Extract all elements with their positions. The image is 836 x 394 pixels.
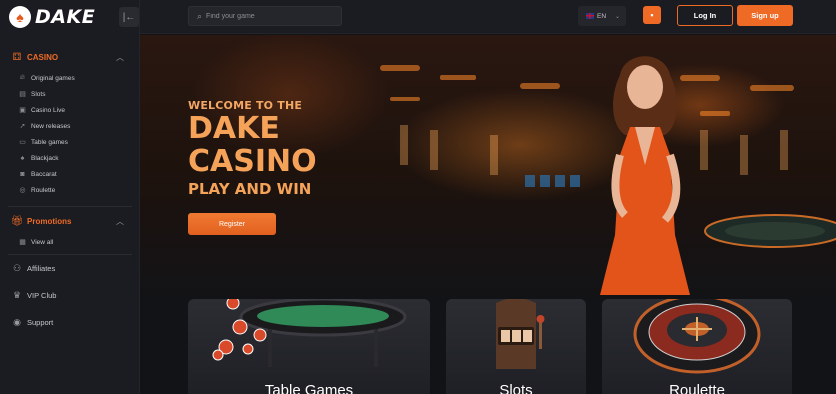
roulette-table-illustration (704, 214, 836, 248)
sidebar-item-label: Affiliates (27, 263, 56, 273)
roulette-icon: ◎ (19, 187, 26, 194)
poker-table-icon (212, 299, 407, 367)
sidebar-item-blackjack[interactable]: ♠ Blackjack (0, 150, 140, 166)
sidebar-item-affiliates[interactable]: ⚇ Affiliates (0, 259, 140, 277)
sidebar-item-baccarat[interactable]: ◙ Baccarat (0, 166, 140, 182)
chip-icon: ◙ (20, 170, 25, 178)
hero-subtitle: PLAY AND WIN (188, 180, 312, 198)
search-box[interactable]: ⌕ (188, 6, 342, 26)
slots-icon: ▤ (19, 91, 26, 98)
sidebar-item-casino-live[interactable]: ▣ Casino Live (0, 102, 140, 118)
sidebar-item-view-all[interactable]: ▦ View all (0, 234, 140, 250)
sidebar-item-label: Casino Live (31, 106, 65, 114)
chat-button[interactable]: ▪︎ (643, 6, 661, 24)
support-icon: ◉ (13, 316, 21, 327)
hero-banner: WELCOME TO THE DAKE CASINO PLAY AND WIN … (140, 35, 836, 394)
rocket-icon: ➚ (19, 123, 26, 130)
category-title: Roulette (669, 382, 725, 394)
spade-icon: ♠ (20, 154, 25, 162)
spade-icon: ♠ (9, 6, 31, 28)
sidebar-item-label: View all (31, 238, 54, 246)
collapse-sidebar-button[interactable]: |← (119, 7, 139, 27)
sidebar-item-label: Blackjack (31, 154, 59, 162)
cards-icon: ▭ (19, 139, 26, 146)
collapse-arrow-icon: |← (122, 11, 136, 23)
top-bar: ⌕ EN ⌄ ▪︎ Log In Sign up (140, 0, 836, 34)
chat-icon: ▪︎ (650, 10, 654, 20)
app-root: ♠ DAKE |← ⚃ CASINO ︿ 🔥︎ Original games ▤… (0, 0, 836, 394)
register-button[interactable]: Register (188, 213, 276, 235)
hostess-illustration (600, 56, 690, 295)
category-title: Table Games (264, 382, 354, 394)
sidebar-item-label: VIP Club (27, 290, 57, 300)
sidebar-item-label: Slots (31, 90, 46, 98)
sidebar-item-label: Roulette (31, 186, 56, 194)
logo[interactable]: ♠ DAKE (9, 6, 95, 28)
sidebar-item-label: Original games (31, 74, 75, 82)
sidebar-item-roulette[interactable]: ◎ Roulette (0, 182, 140, 198)
category-card-roulette[interactable]: Roulette (602, 299, 792, 394)
promotions-section: 🎁︎ Promotions ︿ ▦ View all (0, 212, 140, 250)
sidebar-item-label: Support (27, 317, 54, 327)
sidebar-divider (8, 254, 132, 255)
hero-title-line2: CASINO (188, 144, 317, 179)
category-title: Slots (499, 382, 533, 394)
sidebar-item-new-releases[interactable]: ➚ New releases (0, 118, 140, 134)
fire-icon: 🔥︎ (19, 74, 26, 81)
promotions-label: Promotions (27, 216, 72, 226)
search-icon: ⌕ (197, 10, 203, 21)
sidebar-item-vip-club[interactable]: ♛ VIP Club (0, 286, 140, 304)
sidebar-item-slots[interactable]: ▤ Slots (0, 86, 140, 102)
sidebar-item-label: New releases (31, 122, 71, 130)
grid-icon: ▦ (19, 239, 26, 246)
signup-button[interactable]: Sign up (737, 5, 793, 26)
sidebar: ♠ DAKE |← ⚃ CASINO ︿ 🔥︎ Original games ▤… (0, 0, 140, 394)
hero-text: WELCOME TO THE DAKE CASINO PLAY AND WIN (188, 99, 317, 198)
casino-header[interactable]: ⚃ CASINO ︿ (0, 48, 140, 66)
brand-name: DAKE (35, 6, 96, 28)
live-icon: ▣ (19, 107, 26, 114)
casino-label: CASINO (27, 52, 59, 62)
roulette-wheel-icon (633, 299, 761, 374)
category-card-table-games[interactable]: Table Games (188, 299, 430, 394)
hero-title-line1: DAKE (188, 111, 280, 146)
category-card-slots[interactable]: Slots (446, 299, 586, 394)
language-select[interactable]: EN ⌄ (578, 6, 626, 26)
language-label: EN (597, 12, 607, 20)
login-button[interactable]: Log In (677, 5, 733, 26)
casino-section: ⚃ CASINO ︿ 🔥︎ Original games ▤ Slots ▣ C… (0, 48, 140, 198)
gift-icon: 🎁︎ (10, 215, 24, 227)
sidebar-divider (8, 206, 132, 207)
dice-icon: ⚃ (12, 51, 22, 63)
chevron-down-icon: ⌄ (615, 13, 621, 20)
sidebar-links: ⚇ Affiliates ♛ VIP Club ◉ Support (0, 259, 140, 331)
slot-machine-icon (496, 299, 545, 369)
sidebar-item-table-games[interactable]: ▭ Table games (0, 134, 140, 150)
sidebar-item-label: Baccarat (31, 170, 57, 178)
uk-flag-icon (586, 13, 594, 19)
promotions-header[interactable]: 🎁︎ Promotions ︿ (0, 212, 140, 230)
sidebar-item-label: Table games (31, 138, 68, 146)
search-input[interactable] (206, 12, 337, 20)
affiliates-icon: ⚇ (12, 262, 22, 273)
sidebar-item-original-games[interactable]: 🔥︎ Original games (0, 70, 140, 86)
chevron-up-icon[interactable]: ︿ (113, 216, 127, 227)
crown-icon: ♛ (12, 289, 22, 300)
chevron-up-icon[interactable]: ︿ (113, 52, 127, 63)
sidebar-item-support[interactable]: ◉ Support (0, 313, 140, 331)
